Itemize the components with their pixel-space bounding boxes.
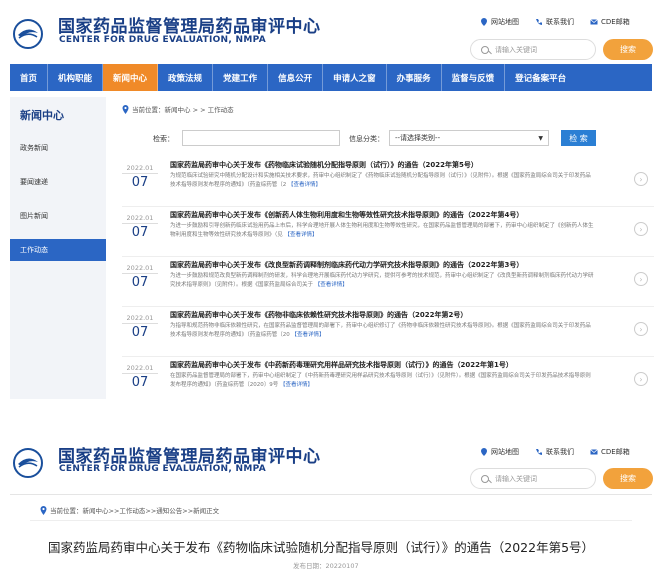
search-input[interactable]: 请输入关键词 xyxy=(470,39,596,60)
header: 国家药品监督管理局药品审评中心 CENTER FOR DRUG EVALUATI… xyxy=(0,0,662,64)
mail-icon xyxy=(590,19,598,25)
detail-divider xyxy=(30,520,632,521)
article-list: 2022.01 07 国家药监局药审中心关于发布《药物临床试验随机分配指导原则（… xyxy=(122,158,654,400)
article-title[interactable]: 国家药监局药审中心关于发布《改良型新药调释制剂临床药代动力学研究技术指导原则》的… xyxy=(170,260,523,270)
publish-date: 发布日期：20220107 xyxy=(293,562,359,570)
article-date: 2022.01 07 xyxy=(122,264,158,298)
keyword-label: 检索： xyxy=(153,135,174,143)
list-item[interactable]: 2022.01 07 国家药监局药审中心关于发布《中药新药毒理研究用样品研究技术… xyxy=(122,358,654,404)
article-date: 2022.01 07 xyxy=(122,164,158,198)
map-pin-icon xyxy=(481,18,487,26)
site-title-en: CENTER FOR DRUG EVALUATION, NMPA xyxy=(59,464,266,474)
breadcrumb: 当前位置：新闻中心 > > 工作动态 xyxy=(122,104,234,114)
filter-search-button[interactable]: 检 索 xyxy=(561,130,596,146)
contact-link[interactable]: 联系我们 xyxy=(535,447,574,457)
chevron-right-icon[interactable]: › xyxy=(634,272,648,286)
article-headline: 国家药监局药审中心关于发布《药物临床试验随机分配指导原则（试行）》的通告（202… xyxy=(48,540,595,555)
article-date: 2022.01 07 xyxy=(122,314,158,348)
view-details-link[interactable]: 【查看详情】 xyxy=(315,282,348,288)
chevron-right-icon[interactable]: › xyxy=(634,172,648,186)
article-summary: 为规范临床试验研究中随机分配设计和实施相关技术要求，药审中心组织制定了《药物临床… xyxy=(170,173,591,188)
view-details-link[interactable]: 【查看详情】 xyxy=(292,332,325,338)
main-nav: 首页 机构职能 新闻中心 政策法规 党建工作 信息公开 申请人之窗 办事服务 监… xyxy=(10,64,652,91)
chevron-right-icon[interactable]: › xyxy=(634,372,648,386)
screenshot-gap xyxy=(0,402,662,428)
nav-info-disclosure[interactable]: 信息公开 xyxy=(268,64,324,91)
chevron-down-icon: ▼ xyxy=(538,134,543,142)
nav-news-center[interactable]: 新闻中心 xyxy=(103,64,159,91)
article-summary: 为进一步鼓励和引导创新药临床试验用药品上市后，科学合理地开展人体生物利用度和生物… xyxy=(170,223,594,238)
phone-icon xyxy=(536,19,542,25)
sidebar-item-headlines[interactable]: 要闻速递 xyxy=(10,171,106,193)
contact-link[interactable]: 联系我们 xyxy=(535,17,574,27)
detail-breadcrumb: 当前位置：新闻中心>>工作动态>>通知公告>>新闻正文 xyxy=(40,505,219,515)
list-item[interactable]: 2022.01 07 国家药监局药审中心关于发布《创新药人体生物利用度和生物等效… xyxy=(122,208,654,254)
nav-feedback[interactable]: 监督与反馈 xyxy=(442,64,506,91)
nav-applicant-window[interactable]: 申请人之窗 xyxy=(323,64,387,91)
article-date: 2022.01 07 xyxy=(122,214,158,248)
email-link[interactable]: CDE邮箱 xyxy=(590,17,630,27)
article-summary: 为进一步鼓励和规范改良型新药调释制剂的研发，科学合理地开展临床药代动力学研究，提… xyxy=(170,273,594,288)
divider xyxy=(122,256,654,257)
view-details-link[interactable]: 【查看详情】 xyxy=(288,182,321,188)
list-item[interactable]: 2022.01 07 国家药监局药审中心关于发布《药物非临床依赖性研究技术指导原… xyxy=(122,308,654,354)
article-title[interactable]: 国家药监局药审中心关于发布《药物临床试验随机分配指导原则（试行）》的通告（202… xyxy=(170,160,478,170)
divider xyxy=(122,306,654,307)
mail-icon xyxy=(590,449,598,455)
site-title-en: CENTER FOR DRUG EVALUATION, NMPA xyxy=(59,35,266,45)
location-pin-icon xyxy=(40,505,47,515)
article-title[interactable]: 国家药监局药审中心关于发布《创新药人体生物利用度和生物等效性研究技术指导原则》的… xyxy=(170,210,523,220)
sitemap-link[interactable]: 网站地图 xyxy=(480,447,519,457)
nav-services[interactable]: 办事服务 xyxy=(387,64,442,91)
nav-functions[interactable]: 机构职能 xyxy=(48,64,104,91)
sidebar: 新闻中心 政务新闻 要闻速递 图片新闻 工作动态 xyxy=(10,97,106,399)
list-item[interactable]: 2022.01 07 国家药监局药审中心关于发布《改良型新药调释制剂临床药代动力… xyxy=(122,258,654,304)
search-icon xyxy=(481,474,489,483)
nav-registration[interactable]: 登记备案平台 xyxy=(505,64,576,91)
nav-party-work[interactable]: 党建工作 xyxy=(213,64,269,91)
view-details-link[interactable]: 【查看详情】 xyxy=(285,232,318,238)
cde-logo-icon[interactable] xyxy=(13,448,43,478)
category-select[interactable]: --请选择类别-- ▼ xyxy=(389,130,549,146)
top-links: 网站地图 联系我们 CDE邮箱 xyxy=(480,17,630,27)
search-button[interactable]: 搜索 xyxy=(603,39,653,60)
sidebar-item-photo-news[interactable]: 图片新闻 xyxy=(10,205,106,227)
category-label: 信息分类： xyxy=(349,135,384,143)
search-button[interactable]: 搜索 xyxy=(603,468,653,489)
detail-divider xyxy=(10,494,652,495)
nav-policies[interactable]: 政策法规 xyxy=(158,64,214,91)
chevron-right-icon[interactable]: › xyxy=(634,322,648,336)
location-pin-icon xyxy=(122,104,129,114)
article-summary: 在国家药品监督管理局的部署下，药审中心组织制定了《中药新药毒理研究用样品研究技术… xyxy=(170,373,591,388)
divider xyxy=(122,206,654,207)
article-date: 2022.01 07 xyxy=(122,364,158,398)
article-summary: 为指导和规范药物非临床依赖性研究，在国家药品监督管理局的部署下，药审中心组织修订… xyxy=(170,323,591,338)
email-link[interactable]: CDE邮箱 xyxy=(590,447,630,457)
sidebar-title: 新闻中心 xyxy=(20,109,64,122)
search-icon xyxy=(481,45,489,54)
site-title-cn: 国家药品监督管理局药品审评中心 xyxy=(58,17,321,37)
keyword-input[interactable] xyxy=(182,130,340,146)
article-title[interactable]: 国家药监局药审中心关于发布《药物非临床依赖性研究技术指导原则》的通告（2022年… xyxy=(170,310,467,320)
divider xyxy=(122,356,654,357)
sidebar-item-gov-news[interactable]: 政务新闻 xyxy=(10,137,106,159)
search-input[interactable]: 请输入关键词 xyxy=(470,468,596,489)
sitemap-link[interactable]: 网站地图 xyxy=(480,17,519,27)
view-details-link[interactable]: 【查看详情】 xyxy=(280,382,313,388)
map-pin-icon xyxy=(481,448,487,456)
phone-icon xyxy=(536,449,542,455)
list-item[interactable]: 2022.01 07 国家药监局药审中心关于发布《药物临床试验随机分配指导原则（… xyxy=(122,158,654,204)
article-title[interactable]: 国家药监局药审中心关于发布《中药新药毒理研究用样品研究技术指导原则（试行）》的通… xyxy=(170,360,513,370)
cde-logo-icon[interactable] xyxy=(13,19,43,49)
sidebar-item-work-updates[interactable]: 工作动态 xyxy=(10,239,106,261)
top-links: 网站地图 联系我们 CDE邮箱 xyxy=(480,447,630,457)
chevron-right-icon[interactable]: › xyxy=(634,222,648,236)
detail-header: 国家药品监督管理局药品审评中心 CENTER FOR DRUG EVALUATI… xyxy=(0,430,662,490)
nav-home[interactable]: 首页 xyxy=(10,64,49,91)
